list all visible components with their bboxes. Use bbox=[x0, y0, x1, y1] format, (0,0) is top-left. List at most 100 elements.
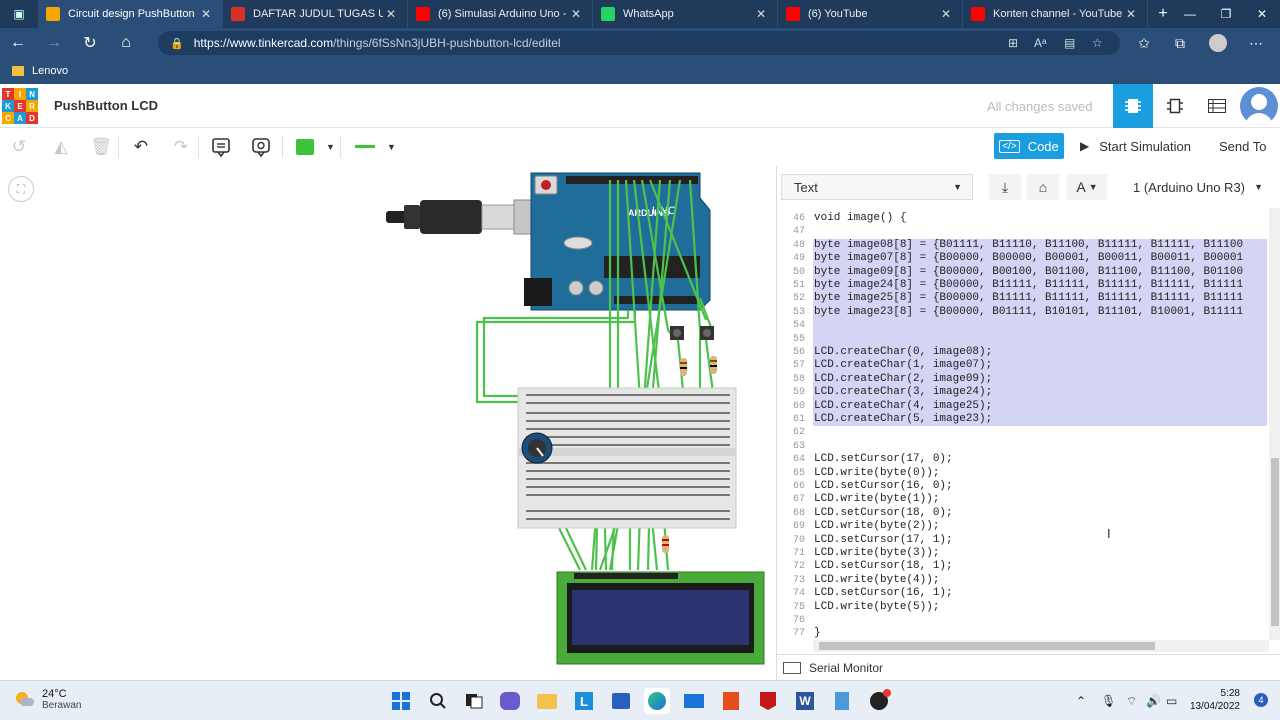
breadboard[interactable] bbox=[517, 387, 737, 529]
profile-icon[interactable] bbox=[1200, 28, 1236, 58]
schematic-view-button[interactable] bbox=[1155, 84, 1195, 128]
microphone-icon[interactable]: 🎙 bbox=[1101, 681, 1116, 720]
back-button[interactable]: ← bbox=[0, 28, 36, 58]
more-menu-icon[interactable]: ⋯ bbox=[1238, 28, 1274, 58]
potentiometer[interactable] bbox=[521, 432, 553, 464]
clock[interactable]: 5:28 13/04/2022 bbox=[1190, 687, 1240, 713]
toggle-notes-icon[interactable] bbox=[246, 134, 276, 160]
url-field[interactable]: 🔒 https://www.tinkercad.com/things/6fSsN… bbox=[158, 31, 1120, 55]
component-list-button[interactable] bbox=[1197, 84, 1237, 128]
close-tab-icon[interactable]: ✕ bbox=[753, 7, 769, 21]
tab-title: (6) Simulasi Arduino Uno - ... bbox=[438, 8, 568, 20]
close-tab-icon[interactable]: ✕ bbox=[568, 7, 584, 21]
mcafee-icon[interactable] bbox=[755, 688, 781, 714]
favorites-icon[interactable]: ✩ bbox=[1126, 28, 1162, 58]
undo-icon[interactable]: ↶ bbox=[126, 134, 156, 160]
usb-cable[interactable] bbox=[386, 199, 533, 235]
delete-icon[interactable]: 🗑 bbox=[86, 134, 116, 160]
apps-icon[interactable]: ⊞ bbox=[1008, 31, 1018, 55]
chat-icon[interactable] bbox=[497, 688, 523, 714]
close-tab-icon[interactable]: ✕ bbox=[938, 7, 954, 21]
word-icon[interactable]: W bbox=[792, 688, 818, 714]
notification-badge[interactable]: 4 bbox=[1254, 693, 1268, 707]
bookmark-lenovo[interactable]: Lenovo bbox=[32, 65, 68, 77]
refresh-button[interactable]: ↻ bbox=[72, 28, 108, 58]
home-button[interactable]: ⌂ bbox=[108, 28, 144, 58]
wire-type-icon[interactable] bbox=[355, 145, 375, 148]
show-hidden-icons[interactable]: ⌃ bbox=[1076, 681, 1086, 720]
chevron-down-icon[interactable]: ▼ bbox=[387, 142, 396, 152]
scroll-thumb[interactable] bbox=[1271, 458, 1279, 626]
browser-tab[interactable]: (6) YouTube ✕ bbox=[778, 0, 963, 28]
zoom-to-fit-icon[interactable]: ⛶ bbox=[8, 176, 34, 202]
task-view-icon[interactable] bbox=[461, 688, 487, 714]
chevron-down-icon[interactable]: ▼ bbox=[326, 142, 335, 152]
project-title[interactable]: PushButton LCD bbox=[54, 98, 158, 113]
read-aloud-icon[interactable]: Aᵃ bbox=[1034, 31, 1046, 55]
send-to-button[interactable]: Send To bbox=[1219, 139, 1266, 154]
weather-widget[interactable]: 24°C Berawan bbox=[14, 688, 81, 711]
notes-icon[interactable] bbox=[206, 134, 236, 160]
add-favorite-icon[interactable]: ☆ bbox=[1092, 31, 1103, 55]
board-select[interactable]: 1 (Arduino Uno R3) ▼ bbox=[1121, 174, 1273, 200]
push-button-2[interactable] bbox=[700, 326, 714, 340]
rotate-icon[interactable]: ↺ bbox=[4, 134, 34, 160]
start-simulation-button[interactable]: ▶ Start Simulation bbox=[1080, 133, 1191, 159]
volume-icon[interactable]: 🔊 bbox=[1146, 681, 1161, 720]
wifi-icon[interactable]: ⌔ bbox=[1126, 681, 1137, 720]
file-explorer-icon[interactable] bbox=[534, 688, 560, 714]
app-l-icon[interactable]: L bbox=[571, 688, 597, 714]
notepad-icon[interactable] bbox=[829, 688, 855, 714]
redo-icon[interactable]: ↷ bbox=[166, 134, 196, 160]
user-avatar[interactable] bbox=[1240, 87, 1278, 125]
browser-tab[interactable]: WhatsApp ✕ bbox=[593, 0, 778, 28]
store-icon[interactable] bbox=[608, 688, 634, 714]
tab-favicon-icon bbox=[231, 7, 245, 21]
font-size-icon[interactable]: A ▼ bbox=[1067, 174, 1107, 200]
battery-icon[interactable]: ▭ bbox=[1166, 681, 1177, 720]
tab-title: DAFTAR JUDUL TUGAS UTS bbox=[253, 8, 383, 20]
download-icon[interactable]: ⤓ bbox=[989, 174, 1021, 200]
serial-monitor-bar[interactable]: Serial Monitor bbox=[777, 654, 1280, 680]
media-icon[interactable] bbox=[866, 688, 892, 714]
start-icon[interactable] bbox=[388, 688, 414, 714]
horizontal-scrollbar[interactable] bbox=[813, 640, 1269, 652]
collections-icon[interactable]: ⧉ bbox=[1162, 28, 1198, 58]
close-tab-icon[interactable]: ✕ bbox=[198, 7, 214, 21]
forward-button[interactable]: → bbox=[36, 28, 72, 58]
browser-tab[interactable]: Konten channel - YouTube S...✕ bbox=[963, 0, 1148, 28]
restore-button[interactable]: ❐ bbox=[1208, 0, 1244, 28]
office-icon[interactable] bbox=[718, 688, 744, 714]
browser-tab[interactable]: DAFTAR JUDUL TUGAS UTS✕ bbox=[223, 0, 408, 28]
circuit-view-button[interactable] bbox=[1113, 84, 1153, 128]
close-tab-icon[interactable]: ✕ bbox=[1123, 7, 1139, 21]
upload-icon[interactable]: ⌂ bbox=[1027, 174, 1059, 200]
close-window-button[interactable]: ✕ bbox=[1244, 0, 1280, 28]
circuit-canvas[interactable]: ARDUINO UNO bbox=[0, 166, 776, 680]
resistor-1[interactable] bbox=[680, 358, 687, 376]
push-button-1[interactable] bbox=[670, 326, 684, 340]
code-button[interactable]: </> Code bbox=[994, 133, 1064, 159]
clock-time: 5:28 bbox=[1220, 688, 1240, 699]
code-mode-select[interactable]: Text ▼ bbox=[781, 174, 973, 200]
search-icon[interactable] bbox=[425, 688, 451, 714]
flip-icon[interactable]: ◭ bbox=[46, 134, 76, 160]
tab-actions-icon[interactable]: ▣ bbox=[0, 0, 38, 28]
minimize-button[interactable]: — bbox=[1172, 0, 1208, 28]
close-tab-icon[interactable]: ✕ bbox=[383, 7, 399, 21]
circuit-drawing[interactable]: ARDUINO UNO bbox=[0, 166, 776, 680]
lcd-16x2[interactable] bbox=[556, 571, 765, 665]
scroll-thumb[interactable] bbox=[819, 642, 1155, 650]
resistor-2[interactable] bbox=[710, 356, 717, 374]
wire-color-swatch[interactable] bbox=[296, 139, 314, 155]
mail-icon[interactable] bbox=[681, 688, 707, 714]
edge-icon[interactable] bbox=[644, 688, 670, 714]
code-editor[interactable]: 46 void image() {47 48 byte image08[8] = {B… bbox=[777, 208, 1269, 640]
vertical-scrollbar[interactable] bbox=[1269, 208, 1280, 640]
immersive-reader-icon[interactable]: ▤ bbox=[1064, 31, 1075, 55]
browser-tab[interactable]: Circuit design PushButton LCD✕ bbox=[38, 0, 223, 28]
line-number: 59 bbox=[792, 387, 805, 399]
resistor-3[interactable] bbox=[662, 535, 669, 553]
browser-tab[interactable]: (6) Simulasi Arduino Uno - ... ✕ bbox=[408, 0, 593, 28]
tinkercad-logo[interactable]: TINKERCAD bbox=[2, 88, 38, 124]
